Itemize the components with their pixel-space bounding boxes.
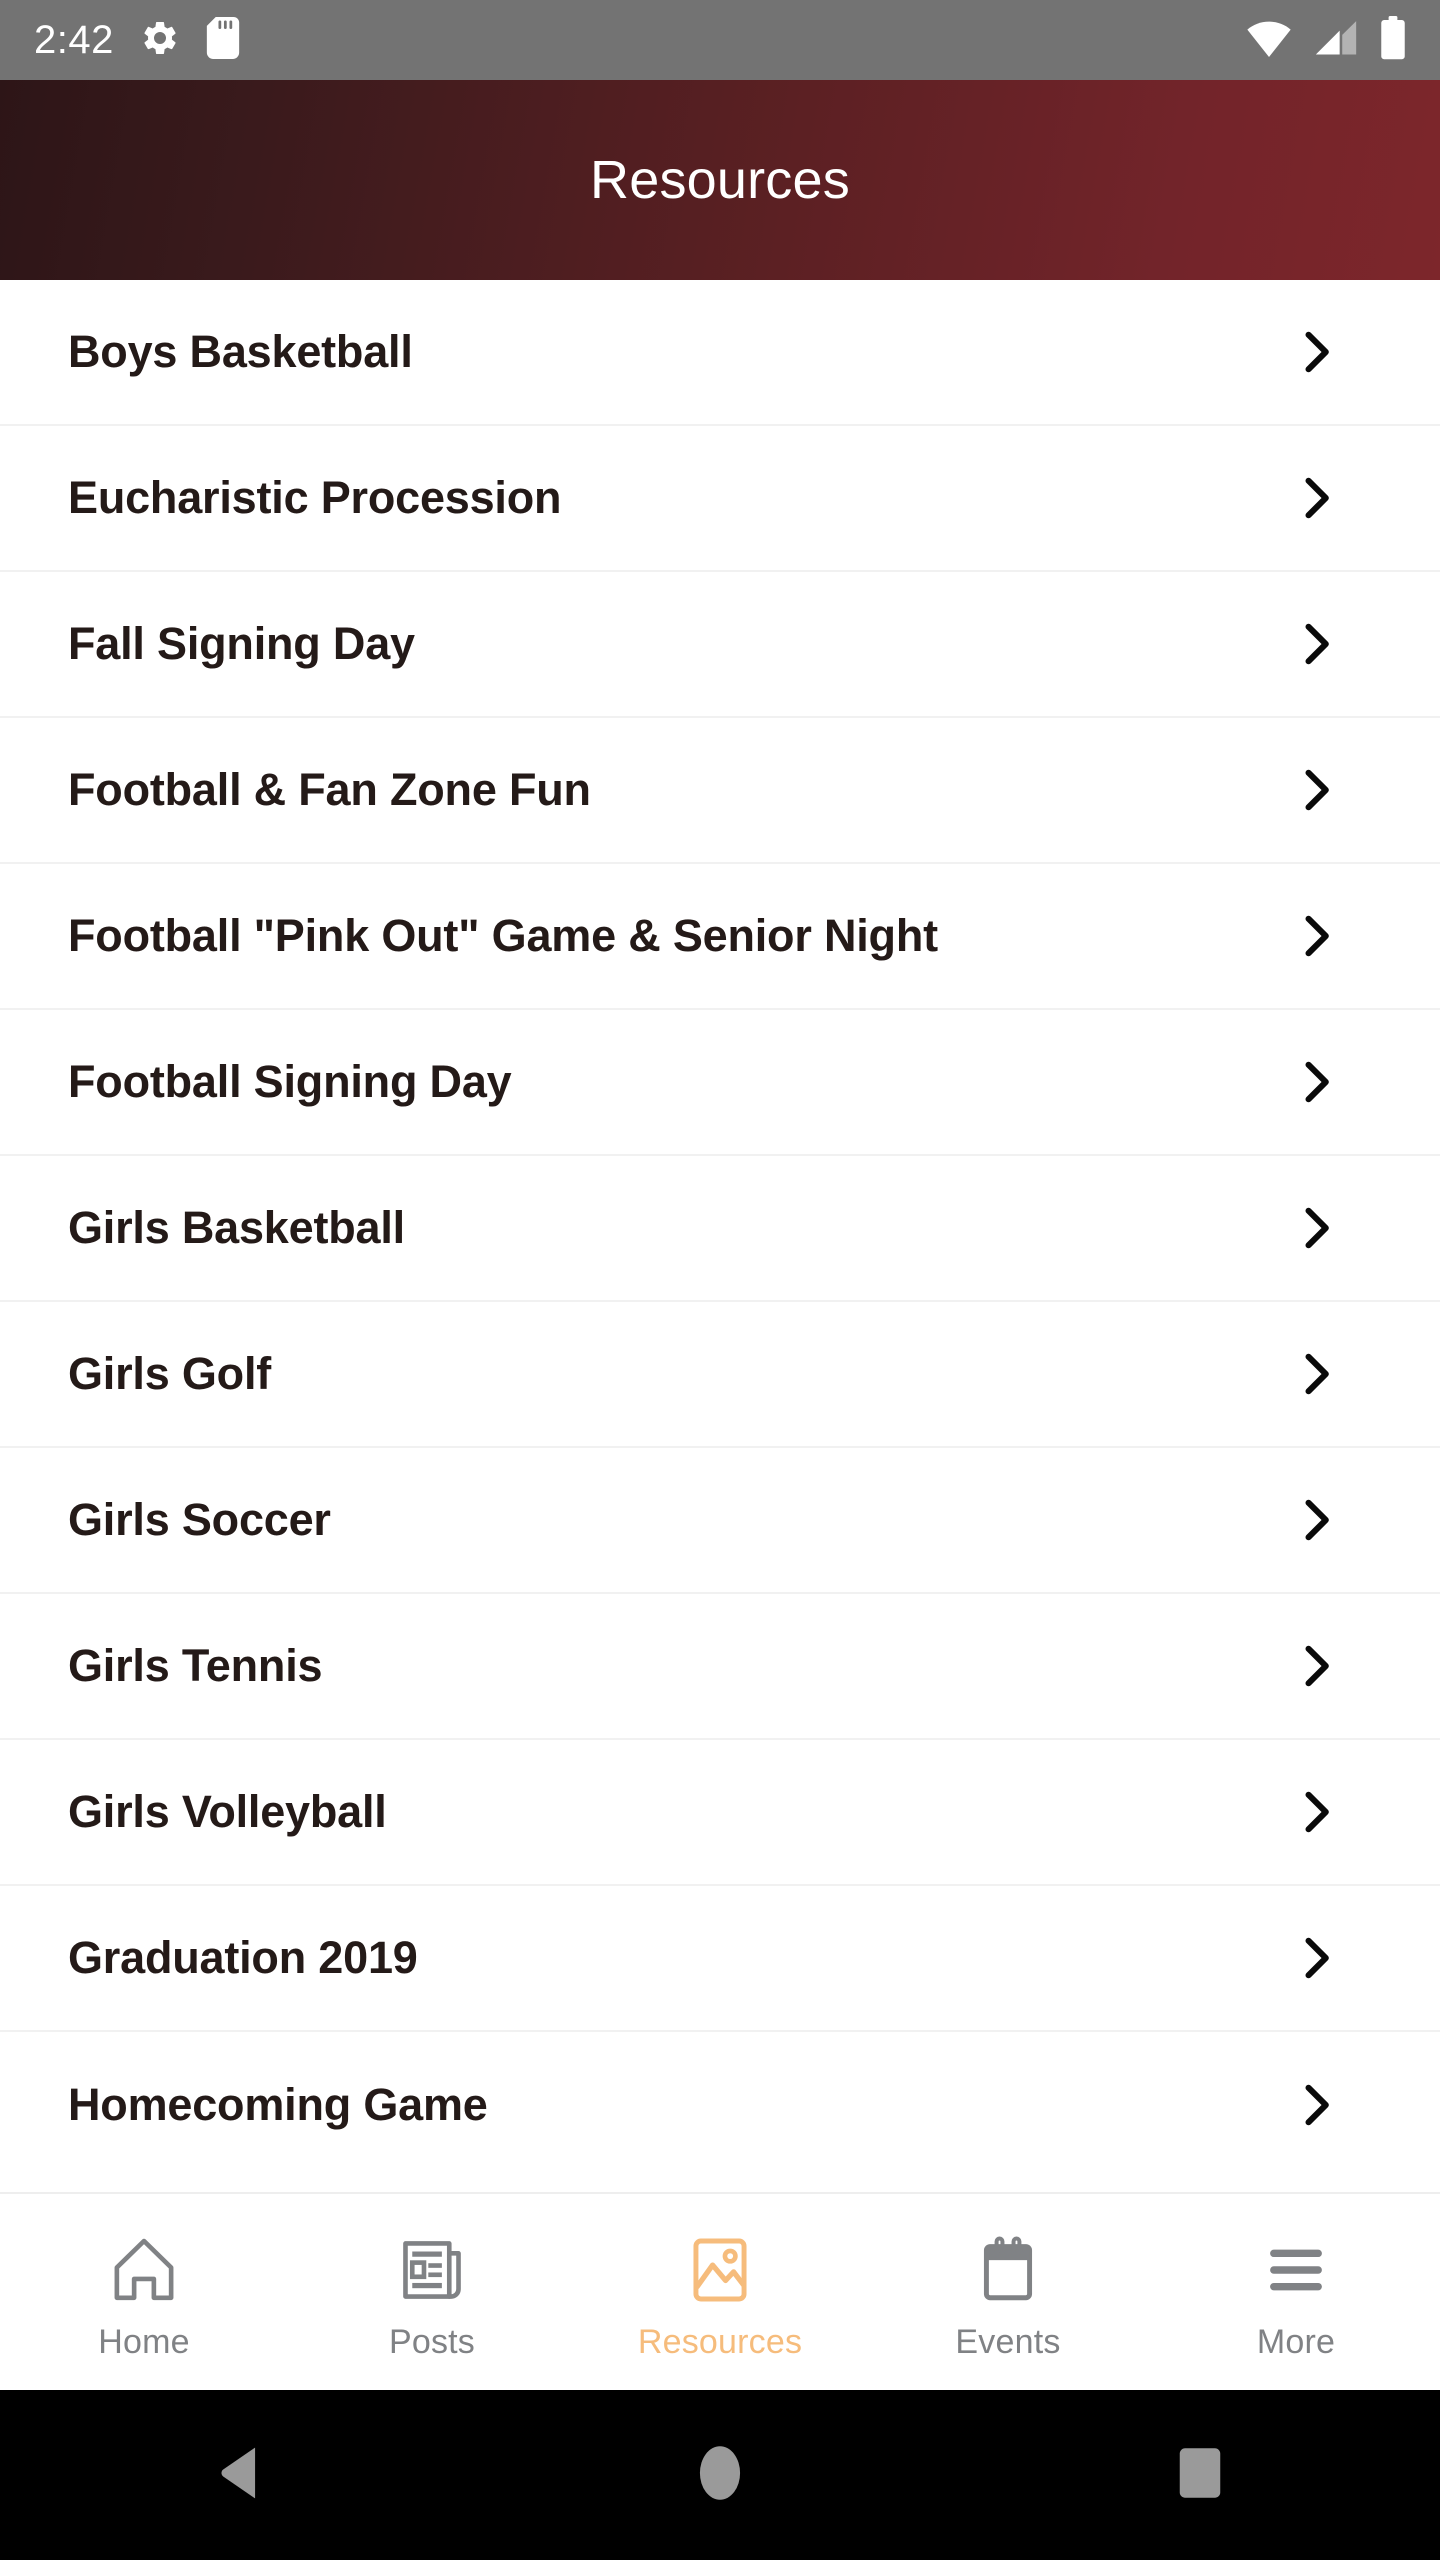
list-item-label: Graduation 2019 [68,1932,418,1983]
wifi-icon [1246,19,1292,62]
recents-button[interactable] [1120,2390,1280,2560]
news-icon [395,2231,469,2309]
chevron-right-icon [1288,1492,1344,1548]
list-item-label: Girls Tennis [68,1640,323,1691]
chevron-right-icon [1288,1054,1344,1110]
battery-icon [1380,15,1406,65]
chevron-right-icon [1288,1930,1344,1986]
gear-icon [140,18,180,63]
list-item-label: Football & Fan Zone Fun [68,764,591,815]
bottom-tab-bar: Home Posts Resources Events More [0,2192,1440,2390]
sd-card-icon [206,16,240,64]
home-button[interactable] [640,2390,800,2560]
list-item[interactable]: Eucharistic Procession [0,426,1440,572]
image-icon [683,2231,757,2309]
list-item[interactable]: Football "Pink Out" Game & Senior Night [0,864,1440,1010]
status-bar-right [1246,15,1406,65]
chevron-right-icon [1288,1200,1344,1256]
tab-label-more: More [1256,2322,1336,2361]
status-bar-clock: 2:42 [34,18,114,62]
list-item[interactable]: Girls Soccer [0,1448,1440,1594]
list-item[interactable]: Graduation 2019 [0,1886,1440,2032]
list-item-label: Girls Volleyball [68,1786,387,1837]
status-bar: 2:42 [0,0,1440,80]
chevron-right-icon [1288,616,1344,672]
tab-resources[interactable]: Resources [576,2194,864,2390]
list-item-label: Girls Golf [68,1348,272,1399]
tab-label-events: Events [955,2322,1061,2361]
list-item[interactable]: Fall Signing Day [0,572,1440,718]
chevron-right-icon [1288,1784,1344,1840]
list-item-label: Girls Soccer [68,1494,331,1545]
app-header: Resources [0,80,1440,280]
tab-posts[interactable]: Posts [288,2194,576,2390]
chevron-right-icon [1288,1346,1344,1402]
calendar-icon [971,2231,1045,2309]
page-title: Resources [590,150,850,210]
chevron-right-icon [1288,324,1344,380]
list-item[interactable]: Football Signing Day [0,1010,1440,1156]
cellular-signal-icon [1314,19,1358,62]
list-item-label: Football Signing Day [68,1056,512,1107]
chevron-right-icon [1288,470,1344,526]
menu-icon [1259,2231,1333,2309]
list-item-label: Eucharistic Procession [68,472,562,523]
list-item-label: Girls Basketball [68,1202,405,1253]
list-item[interactable]: Girls Tennis [0,1594,1440,1740]
list-item[interactable]: Girls Volleyball [0,1740,1440,1886]
status-bar-left: 2:42 [34,16,240,64]
chevron-right-icon [1288,762,1344,818]
system-navigation-bar [0,2390,1440,2560]
circle-icon [697,2444,743,2507]
triangle-left-icon [214,2445,266,2506]
home-icon [107,2231,181,2309]
list-item-label: Boys Basketball [68,326,413,377]
resource-list[interactable]: Boys Basketball Eucharistic Procession F… [0,280,1440,2192]
tab-label-posts: Posts [388,2322,476,2361]
list-item[interactable]: Football & Fan Zone Fun [0,718,1440,864]
app-screen: 2:42 Resources Boys Basketball Eucharist… [0,0,1440,2560]
list-item[interactable]: Girls Golf [0,1302,1440,1448]
tab-more[interactable]: More [1152,2194,1440,2390]
tab-label-home: Home [98,2322,190,2361]
tab-label-resources: Resources [637,2322,803,2361]
tab-events[interactable]: Events [864,2194,1152,2390]
chevron-right-icon [1288,908,1344,964]
list-item-label: Football "Pink Out" Game & Senior Night [68,910,938,961]
list-item-label: Homecoming Game [68,2079,488,2130]
list-item-label: Fall Signing Day [68,618,415,669]
tab-home[interactable]: Home [0,2194,288,2390]
list-item[interactable]: Boys Basketball [0,280,1440,426]
chevron-right-icon [1288,1638,1344,1694]
chevron-right-icon [1288,2077,1344,2133]
square-icon [1177,2446,1223,2505]
back-button[interactable] [160,2390,320,2560]
list-item[interactable]: Homecoming Game [0,2032,1440,2178]
list-item[interactable]: Girls Basketball [0,1156,1440,1302]
